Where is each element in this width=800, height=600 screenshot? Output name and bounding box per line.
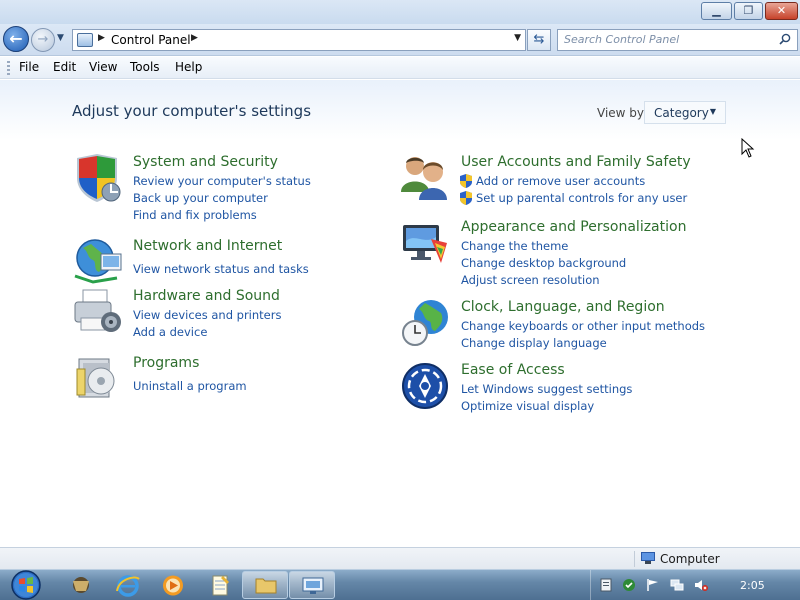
search-icon[interactable]: [779, 33, 791, 45]
chevron-down-icon: ▼: [709, 107, 716, 116]
view-by-dropdown[interactable]: Category ▼: [644, 101, 726, 124]
forward-button[interactable]: →: [31, 28, 55, 52]
menu-file[interactable]: File: [19, 60, 39, 74]
recent-pages-dropdown[interactable]: ▼: [57, 33, 64, 43]
category-link[interactable]: Change desktop background: [461, 256, 626, 270]
category-link[interactable]: Change keyboards or other input methods: [461, 319, 705, 333]
category-link[interactable]: Add or remove user accounts: [476, 174, 645, 188]
volume-muted-icon[interactable]: [694, 578, 708, 592]
taskbar-clock[interactable]: 2:05: [740, 579, 765, 592]
ease-of-access-icon[interactable]: [401, 362, 451, 410]
category-title[interactable]: Ease of Access: [461, 362, 565, 378]
address-dropdown-icon[interactable]: ▼: [514, 33, 521, 43]
status-bar: Computer: [0, 547, 800, 569]
category-title[interactable]: Hardware and Sound: [133, 288, 280, 304]
internet-explorer-icon[interactable]: [113, 573, 143, 598]
status-divider: [634, 551, 635, 567]
category-link[interactable]: Set up parental controls for any user: [476, 191, 687, 205]
breadcrumb-arrow-icon[interactable]: ▶: [98, 33, 105, 43]
taskbar-control-panel-button[interactable]: [289, 571, 335, 599]
navigation-bar: ← → ▼ ▶ Control Panel ▶ ▼ ⇆: [0, 24, 800, 56]
mouse-cursor-icon: [741, 138, 755, 158]
category-link[interactable]: Optimize visual display: [461, 399, 594, 413]
tray-divider: [590, 570, 591, 600]
menu-grip: [7, 61, 10, 75]
menu-help[interactable]: Help: [175, 60, 202, 74]
restore-icon: ❐: [743, 4, 754, 17]
address-bar[interactable]: ▶ Control Panel ▶ ▼: [72, 29, 526, 51]
display-icon[interactable]: [401, 219, 451, 267]
menu-edit[interactable]: Edit: [53, 60, 76, 74]
menu-bar: File Edit View Tools Help: [0, 57, 800, 79]
page-title: Adjust your computer's settings: [72, 102, 312, 120]
category-title[interactable]: System and Security: [133, 154, 278, 170]
back-button[interactable]: ←: [3, 26, 29, 52]
printer-icon[interactable]: [73, 288, 123, 336]
category-title[interactable]: Network and Internet: [133, 238, 282, 254]
title-bar: ▁ ❐ ✕: [0, 0, 800, 24]
tray-document-icon[interactable]: [599, 578, 613, 592]
close-button[interactable]: ✕: [765, 2, 798, 20]
arrow-right-icon: →: [37, 32, 49, 47]
breadcrumb-control-panel[interactable]: Control Panel: [111, 33, 191, 47]
search-input[interactable]: [564, 33, 774, 46]
refresh-icon: ⇆: [533, 32, 545, 47]
computer-icon: [641, 552, 655, 564]
minimize-button[interactable]: ▁: [701, 2, 732, 20]
category-link[interactable]: View devices and printers: [133, 308, 281, 322]
close-icon: ✕: [776, 4, 787, 17]
category-link[interactable]: Review your computer's status: [133, 174, 311, 188]
category-link[interactable]: Change display language: [461, 336, 607, 350]
view-by-value: Category: [654, 106, 709, 120]
category-title[interactable]: Appearance and Personalization: [461, 219, 686, 235]
maximize-button[interactable]: ❐: [734, 2, 763, 20]
refresh-button[interactable]: ⇆: [527, 29, 551, 51]
control-panel-icon: [302, 577, 324, 594]
category-title[interactable]: Clock, Language, and Region: [461, 299, 665, 315]
category-link[interactable]: Add a device: [133, 325, 207, 339]
menu-view[interactable]: View: [89, 60, 117, 74]
control-panel-icon: [77, 33, 93, 47]
start-button[interactable]: [8, 570, 44, 600]
action-center-flag-icon[interactable]: [646, 578, 660, 592]
uac-shield-icon: [460, 174, 472, 188]
category-link[interactable]: Change the theme: [461, 239, 568, 253]
minimize-icon: ▁: [712, 4, 721, 17]
uac-shield-icon: [460, 191, 472, 205]
arrow-left-icon: ←: [9, 29, 23, 48]
taskbar-app-icon[interactable]: [66, 573, 96, 598]
menu-tools[interactable]: Tools: [130, 60, 160, 74]
category-link[interactable]: Adjust screen resolution: [461, 273, 600, 287]
globe-network-icon[interactable]: [73, 238, 123, 286]
breadcrumb-arrow-icon[interactable]: ▶: [191, 33, 198, 43]
taskbar-explorer-button[interactable]: [242, 571, 288, 599]
taskbar: 2:05: [0, 569, 800, 600]
folder-icon: [255, 578, 277, 594]
shield-icon[interactable]: [73, 154, 123, 202]
category-title[interactable]: Programs: [133, 355, 199, 371]
view-by-label: View by:: [597, 106, 648, 120]
users-icon[interactable]: [401, 154, 451, 202]
network-icon[interactable]: [670, 578, 684, 592]
notepad-icon[interactable]: [205, 573, 235, 598]
clock-globe-icon[interactable]: [401, 299, 451, 347]
main-content: Adjust your computer's settings View by:…: [0, 80, 800, 547]
category-link[interactable]: Let Windows suggest settings: [461, 382, 632, 396]
category-link[interactable]: Back up your computer: [133, 191, 268, 205]
category-link[interactable]: Find and fix problems: [133, 208, 257, 222]
category-link[interactable]: View network status and tasks: [133, 262, 309, 276]
status-location-text: Computer: [660, 552, 720, 566]
category-link[interactable]: Uninstall a program: [133, 379, 247, 393]
tray-security-icon[interactable]: [622, 578, 636, 592]
programs-icon[interactable]: [73, 355, 123, 403]
search-box[interactable]: [557, 29, 798, 51]
category-title[interactable]: User Accounts and Family Safety: [461, 154, 691, 170]
media-player-icon[interactable]: [158, 573, 188, 598]
